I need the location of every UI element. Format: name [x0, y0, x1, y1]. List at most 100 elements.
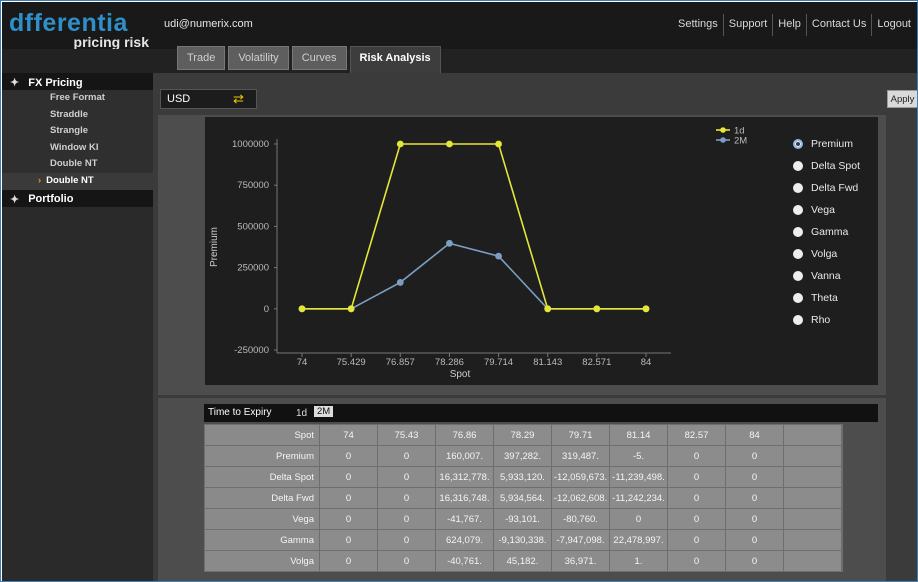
radio-icon [793, 161, 803, 171]
legend-label-2M: 2M [734, 136, 747, 147]
table-cell: 0 [667, 529, 726, 551]
arrow-right-icon: › [38, 174, 42, 186]
table-cell: 0 [377, 466, 436, 488]
table-cell [841, 550, 843, 572]
radio-volga[interactable]: Volga [793, 243, 860, 265]
table-cell [841, 529, 843, 551]
table-cell: 76.86 [435, 424, 494, 446]
table-cell: 0 [319, 466, 378, 488]
y-tick-label: -250000 [234, 345, 269, 356]
data-point-1d [495, 140, 502, 148]
table-cell: -40,761. [435, 550, 494, 572]
nav-contact-us[interactable]: Contact Us [805, 14, 871, 36]
sidebar-fx-pricing[interactable]: ✦ FX Pricing [2, 73, 153, 90]
series-line-1d [302, 143, 646, 310]
table-cell [841, 487, 843, 509]
table-cell [841, 508, 843, 530]
sidebar-portfolio[interactable]: ✦ Portfolio [2, 189, 153, 207]
radio-delta-fwd[interactable]: Delta Fwd [793, 177, 860, 199]
sidebar-item-straddle[interactable]: Straddle [2, 106, 153, 124]
x-tick-label: 84 [641, 357, 652, 368]
currency-select[interactable]: USD ⇄ [160, 89, 257, 109]
risk-chart: 1000000 750000 500000 250000 0 -250000 74 75.42… [209, 126, 747, 381]
table-cell: -7,947,098. [551, 529, 610, 551]
y-tick-label: 1000000 [232, 139, 269, 150]
expiry-option-1d[interactable]: 1d [296, 408, 307, 419]
table-cell: 0 [377, 445, 436, 467]
legend-marker-2M [720, 137, 726, 143]
swap-arrows-icon[interactable]: ⇄ [233, 91, 244, 107]
sidebar-item-window-ki[interactable]: Window KI [2, 139, 153, 157]
y-tick-label: 0 [264, 304, 269, 315]
tab-volatility[interactable]: Volatility [228, 46, 289, 70]
data-point-1d [347, 305, 355, 313]
table-cell [783, 550, 842, 572]
table-cell: 0 [667, 445, 726, 467]
table-cell: -41,767. [435, 508, 494, 530]
table-cell: 0 [319, 508, 378, 530]
table-cell: 16,316,748. [435, 487, 494, 509]
table-row: Delta Spot 0 0 16,312,778. 5,933,120. -12,059… [204, 466, 843, 488]
radio-gamma[interactable]: Gamma [793, 221, 860, 243]
sidebar-portfolio-label: Portfolio [28, 193, 74, 206]
data-point-1d [298, 305, 306, 313]
tab-trade[interactable]: Trade [177, 46, 226, 70]
table-cell [841, 424, 843, 446]
sidebar-item-free-format[interactable]: Free Format [2, 90, 153, 107]
sidebar-item-double-nt-selected[interactable]: › Double NT [2, 172, 153, 190]
app-window: dfferentia pricing risk udi@numerix.com … [0, 0, 918, 582]
currency-value: USD [167, 93, 191, 105]
radio-label: Delta Fwd [811, 182, 859, 194]
table-cell: 624,079. [435, 529, 494, 551]
row-label: Premium [204, 445, 320, 467]
radio-icon [793, 183, 803, 193]
expiry-option-2m[interactable]: 2M [314, 406, 334, 417]
radio-label: Vega [811, 204, 835, 216]
sidebar-item-double-nt[interactable]: Double NT [2, 156, 153, 173]
radio-premium[interactable]: Premium [793, 133, 860, 155]
y-axis-label: Premium [209, 227, 220, 267]
nav-logout[interactable]: Logout [871, 14, 916, 36]
radio-rho[interactable]: Rho [793, 309, 860, 331]
table-cell [841, 466, 843, 488]
tab-bar: Trade Volatility Curves Risk Analysis [177, 46, 444, 73]
x-tick-label: 76.857 [386, 357, 415, 368]
table-cell: 36,971. [551, 550, 610, 572]
radio-label: Gamma [811, 226, 849, 238]
radio-label: Rho [811, 314, 831, 326]
apply-button[interactable]: Apply [887, 90, 917, 108]
table-cell: 82.57 [667, 424, 726, 446]
tab-risk-analysis[interactable]: Risk Analysis [349, 46, 441, 73]
nav-support[interactable]: Support [722, 14, 773, 36]
table-cell: -12,059,673. [551, 466, 610, 488]
table-cell [783, 466, 842, 488]
x-tick-label: 74 [297, 357, 308, 368]
data-point-1d [544, 305, 552, 313]
radio-theta[interactable]: Theta [793, 287, 860, 309]
tab-curves[interactable]: Curves [291, 46, 347, 70]
table-cell: 78.29 [493, 424, 552, 446]
table-cell: 0 [319, 487, 378, 509]
plus-icon: ✦ [10, 77, 20, 89]
table-cell: -11,242,234. [609, 487, 668, 509]
table-cell: 84 [725, 424, 784, 446]
table-cell: 0 [377, 508, 436, 530]
table-cell: 0 [667, 508, 726, 530]
table-cell: 319,487. [551, 445, 610, 467]
risk-table: Spot 74 75.43 76.86 78.29 79.71 81.14 82.57 84 Pr… [204, 424, 843, 572]
legend-marker-1d [720, 127, 726, 133]
table-cell: -93,101. [493, 508, 552, 530]
radio-vanna[interactable]: Vanna [793, 265, 860, 287]
table-cell [783, 487, 842, 509]
table-cell: 45,182. [493, 550, 552, 572]
radio-icon [793, 227, 803, 237]
user-email: udi@numerix.com [164, 18, 253, 30]
nav-settings[interactable]: Settings [673, 14, 723, 36]
radio-delta-spot[interactable]: Delta Spot [793, 155, 860, 177]
sidebar-item-strangle[interactable]: Strangle [2, 123, 153, 140]
table-cell: 74 [319, 424, 378, 446]
table-row: Vega 0 0 -41,767. -93,101. -80,760. 0 0 0 [204, 508, 843, 530]
sidebar-fx-pricing-label: FX Pricing [28, 76, 83, 89]
nav-help[interactable]: Help [772, 14, 806, 36]
radio-vega[interactable]: Vega [793, 199, 860, 221]
